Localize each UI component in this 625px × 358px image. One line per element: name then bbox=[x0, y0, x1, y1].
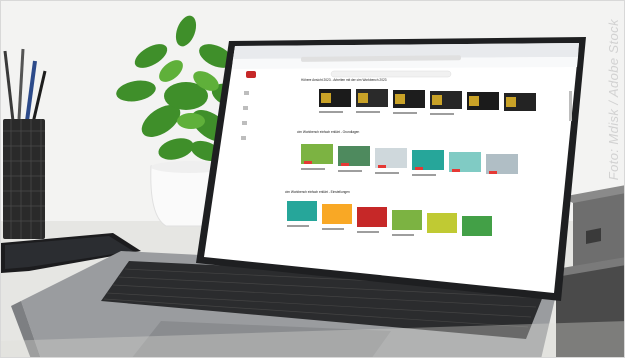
section-2-title: cim Workbench einfach erklärt - Grundlag… bbox=[297, 130, 360, 134]
section-1-title: Höhere Ansicht 2023 - Arbeiten mit der c… bbox=[301, 78, 387, 82]
scene: Höhere Ansicht 2023 - Arbeiten mit der c… bbox=[1, 1, 624, 357]
scrollbar[interactable] bbox=[569, 91, 572, 121]
youtube-logo-icon bbox=[246, 71, 256, 78]
photo: Höhere Ansicht 2023 - Arbeiten mit der c… bbox=[0, 0, 625, 358]
photo-credit: Foto: Mdisk / Adobe Stock bbox=[606, 19, 621, 181]
section-3-title: cim Workbench einfach erklärt - Einstell… bbox=[285, 190, 350, 194]
